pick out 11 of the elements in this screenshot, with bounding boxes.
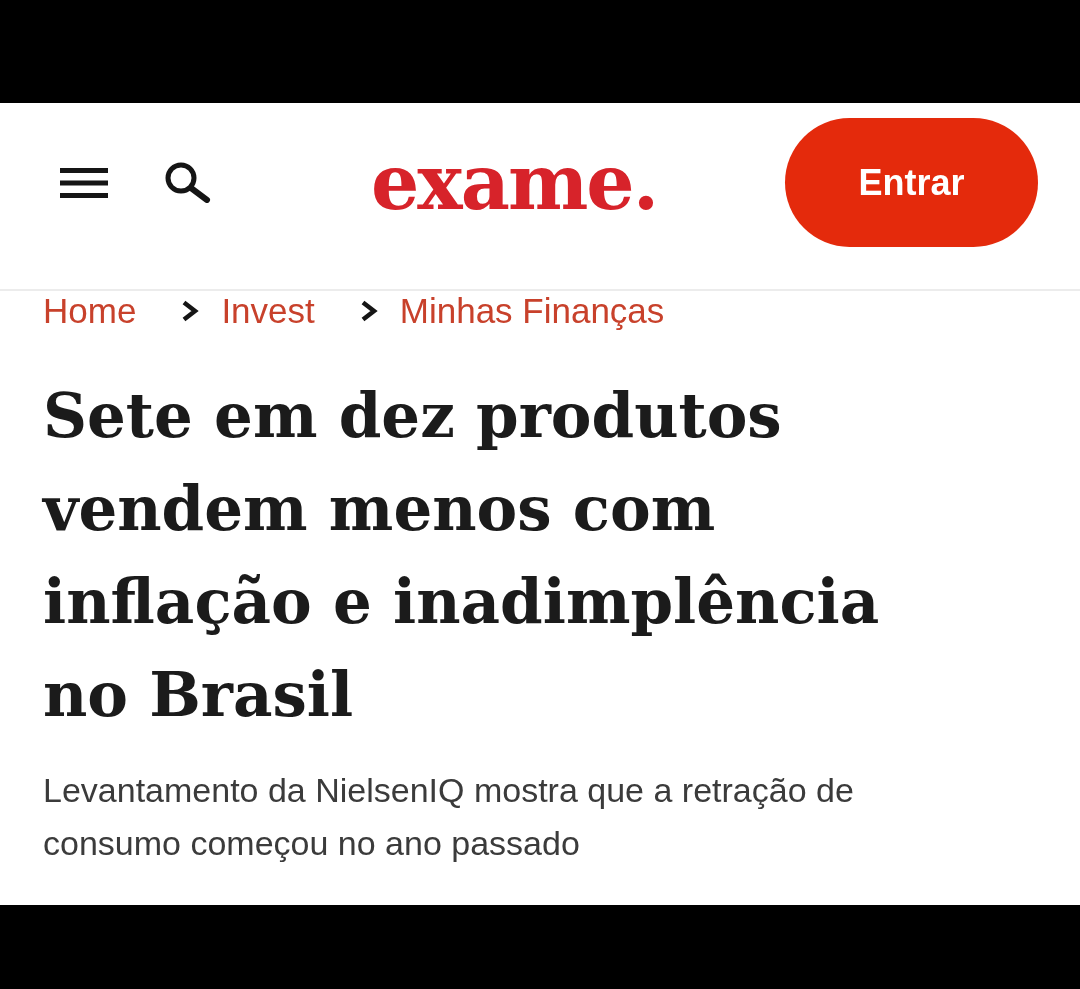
search-icon[interactable]	[165, 162, 211, 203]
article-headline: Sete em dez produtos vendem menos com inflação e inadimplência no Brasil	[43, 379, 881, 732]
site-logo[interactable]: exame.	[371, 144, 658, 221]
chevron-icon	[181, 300, 200, 322]
breadcrumb-link[interactable]: Invest	[221, 291, 315, 331]
breadcrumb-link[interactable]: Minhas Finanças	[399, 291, 665, 331]
chevron-icon	[359, 300, 378, 322]
article-subtitle: Levantamento da NielsenIQ mostra que a retração de consumo começou no ano passado	[43, 770, 855, 864]
breadcrumb-link[interactable]: Home	[43, 291, 137, 331]
login-button[interactable]: Entrar	[785, 118, 1038, 247]
menu-icon[interactable]	[60, 167, 108, 198]
